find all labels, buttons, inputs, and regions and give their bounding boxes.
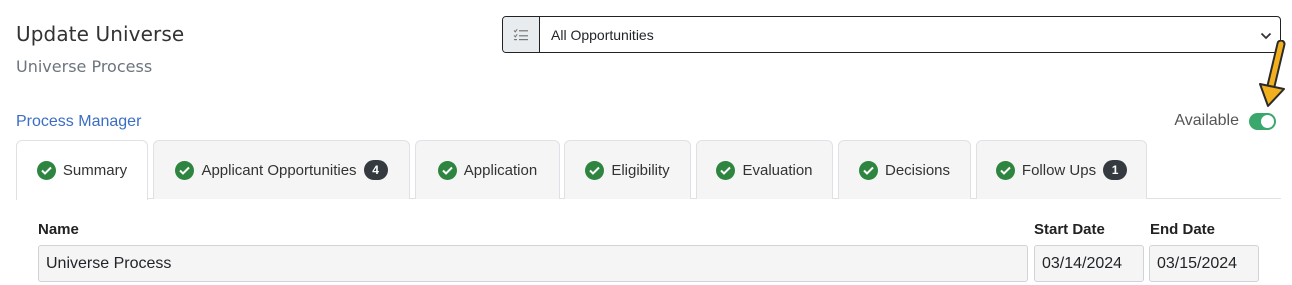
tab-label: Follow Ups <box>1021 161 1097 179</box>
check-circle-icon <box>585 160 605 180</box>
tab-label: Decisions <box>884 161 951 179</box>
check-circle-icon <box>995 160 1015 180</box>
tab-evaluation[interactable]: Evaluation <box>696 140 833 199</box>
tab-application[interactable]: Application <box>415 140 560 199</box>
name-field-value: Universe Process <box>46 254 172 272</box>
end-date-value: 03/15/2024 <box>1157 254 1238 272</box>
opportunity-filter[interactable]: All Opportunities <box>502 16 1281 53</box>
list-check-icon <box>503 17 540 52</box>
tab-label: Applicant Opportunities <box>201 161 357 179</box>
arrow-down-left-icon <box>1259 40 1286 107</box>
check-circle-icon <box>36 161 56 180</box>
count-badge: 4 <box>363 160 388 180</box>
opportunity-select-value: All Opportunities <box>551 26 654 43</box>
name-field[interactable]: Universe Process <box>38 245 1028 282</box>
available-label: Available <box>1174 112 1239 129</box>
tab-label: Summary <box>62 162 128 179</box>
count-badge: 1 <box>1103 160 1128 180</box>
opportunity-select[interactable]: All Opportunities <box>540 17 1280 52</box>
check-circle-icon <box>858 160 878 180</box>
start-date-field[interactable]: 03/14/2024 <box>1034 245 1144 282</box>
page-subtitle: Universe Process <box>16 57 153 76</box>
check-circle-icon <box>716 160 736 180</box>
tab-label: Application <box>463 161 538 179</box>
end-date-label: End Date <box>1150 221 1216 238</box>
update-universe-page: Update Universe Universe Process All Opp… <box>0 0 1292 285</box>
toggle-knob <box>1261 114 1274 128</box>
tab-eligibility[interactable]: Eligibility <box>564 140 691 199</box>
page-title: Update Universe <box>16 22 185 46</box>
process-tabs: Summary Applicant Opportunities 4 Applic… <box>16 140 1281 200</box>
start-date-label: Start Date <box>1034 221 1105 238</box>
tab-label: Evaluation <box>742 161 813 179</box>
process-manager-link[interactable]: Process Manager <box>16 113 141 131</box>
tab-summary[interactable]: Summary <box>16 140 148 200</box>
tab-decisions[interactable]: Decisions <box>838 140 971 199</box>
start-date-value: 03/14/2024 <box>1042 254 1123 272</box>
check-circle-icon <box>437 160 457 180</box>
end-date-field[interactable]: 03/15/2024 <box>1149 245 1259 282</box>
check-circle-icon <box>175 160 195 180</box>
available-toggle[interactable] <box>1249 112 1276 130</box>
availability-control: Available <box>1174 112 1276 130</box>
tab-applicant-opportunities[interactable]: Applicant Opportunities 4 <box>153 140 410 199</box>
name-label: Name <box>38 221 79 238</box>
tab-follow-ups[interactable]: Follow Ups 1 <box>976 140 1147 199</box>
tab-label: Eligibility <box>611 161 670 179</box>
